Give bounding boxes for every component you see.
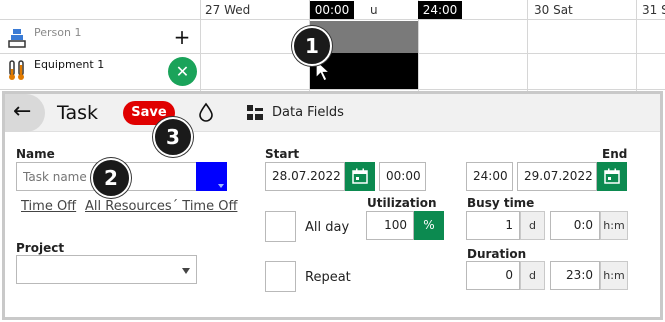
resource-name-person-1: Person 1 <box>34 26 82 39</box>
time-off-link[interactable]: Time Off <box>21 199 76 214</box>
color-drop-icon[interactable] <box>198 102 214 122</box>
task-color-picker[interactable] <box>196 162 227 191</box>
task-dialog: ← Task Save Data Fields Name Time Off Al… <box>2 91 663 320</box>
repeat-checkbox[interactable] <box>265 261 296 292</box>
all-day-label: All day <box>305 220 350 235</box>
busy-time-hm-unit: h:m <box>600 211 628 240</box>
busy-time-days-input[interactable]: 1 <box>466 211 520 240</box>
project-select[interactable] <box>16 255 197 284</box>
back-button[interactable]: ← <box>5 94 45 132</box>
dialog-title: Task <box>57 102 99 124</box>
project-label: Project <box>16 241 65 255</box>
busy-time-label: Busy time <box>467 196 535 210</box>
selection-start-time: 00:00 <box>310 1 354 19</box>
remove-resource-button[interactable]: ✕ <box>168 57 197 86</box>
row-divider <box>0 89 665 90</box>
name-label: Name <box>16 147 55 161</box>
person-icon <box>8 29 26 48</box>
dialog-toolbar: ← Task Save Data Fields <box>5 94 660 132</box>
resource-name-equipment-1: Equipment 1 <box>34 58 105 71</box>
duration-days-input[interactable]: 0 <box>466 261 520 290</box>
start-date-picker-button[interactable] <box>345 162 375 191</box>
end-label: End <box>602 147 628 161</box>
grid-line <box>527 0 528 92</box>
grid-line <box>200 0 201 92</box>
busy-time-hm-input[interactable]: 0:0 <box>550 211 600 240</box>
calendar-icon <box>604 168 620 184</box>
step-marker-1: 1 <box>292 26 332 66</box>
resource-timeline: 27 Wed u 30 Sat 31 S 00:00 24:00 Person … <box>0 0 665 92</box>
add-resource-button[interactable]: + <box>172 27 192 47</box>
day-label-30-sat: 30 Sat <box>534 3 573 17</box>
day-label-partial: u <box>370 3 378 17</box>
end-date-input[interactable]: 29.07.2022 <box>517 162 597 191</box>
equipment-icon <box>9 60 24 80</box>
grid-line <box>636 0 637 92</box>
back-arrow-icon: ← <box>13 99 32 124</box>
step-marker-2: 2 <box>91 158 131 198</box>
chevron-down-icon <box>182 268 190 274</box>
day-label-31: 31 S <box>642 3 665 17</box>
all-day-checkbox[interactable] <box>265 211 296 242</box>
start-label: Start <box>265 147 300 161</box>
day-label-27-wed: 27 Wed <box>205 3 251 17</box>
duration-days-unit: d <box>520 261 545 290</box>
start-time-input[interactable]: 00:00 <box>379 162 426 191</box>
data-fields-label[interactable]: Data Fields <box>272 105 344 120</box>
end-time-input[interactable]: 24:00 <box>466 162 513 191</box>
utilization-label: Utilization <box>367 196 437 210</box>
all-resources-time-off-link[interactable]: All Resources´ Time Off <box>85 199 237 214</box>
start-date-input[interactable]: 28.07.2022 <box>265 162 345 191</box>
color-caret-icon <box>218 184 224 188</box>
data-fields-icon[interactable] <box>247 105 263 121</box>
end-date-picker-button[interactable] <box>597 162 627 191</box>
utilization-unit-button[interactable]: % <box>414 211 444 240</box>
calendar-icon <box>352 168 368 184</box>
duration-label: Duration <box>467 247 527 261</box>
utilization-input[interactable]: 100 <box>366 211 414 240</box>
repeat-label: Repeat <box>305 270 351 285</box>
step-marker-3: 3 <box>153 117 193 157</box>
duration-hm-input[interactable]: 23:0 <box>550 261 600 290</box>
duration-hm-unit: h:m <box>600 261 628 290</box>
busy-time-days-unit: d <box>520 211 545 240</box>
selection-end-time: 24:00 <box>418 1 462 19</box>
